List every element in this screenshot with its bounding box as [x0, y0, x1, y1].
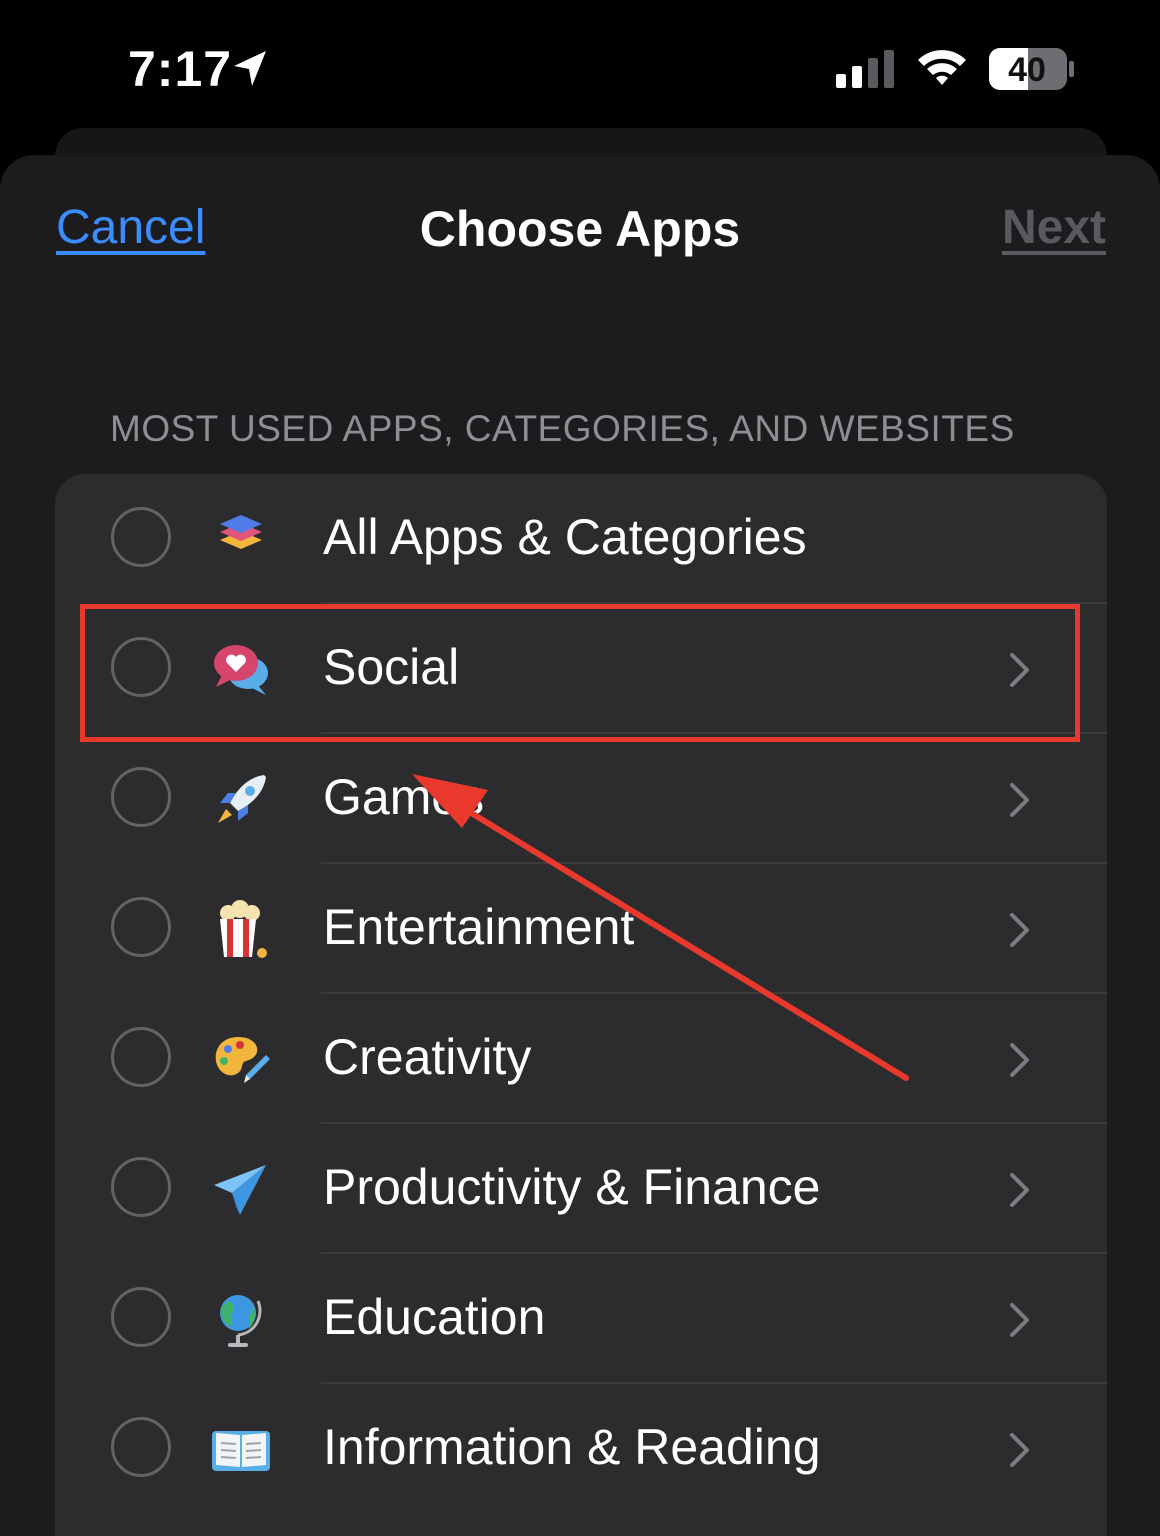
list-item-label: Games: [323, 769, 485, 825]
status-time: 7:17: [128, 41, 233, 97]
wifi-icon: [918, 50, 966, 85]
stack-icon: [220, 515, 262, 549]
page-title: Choose Apps: [419, 201, 741, 257]
list-item-label: Education: [323, 1289, 546, 1345]
list-item-productivity-finance[interactable]: Productivity & Finance: [55, 1124, 1107, 1254]
radio-button[interactable]: [111, 1287, 171, 1347]
list-item-games[interactable]: Games: [55, 734, 1107, 864]
list-item-information-reading[interactable]: Information & Reading: [55, 1384, 1107, 1514]
chevron-right-icon: [1010, 1303, 1029, 1337]
list-item-label: Social: [323, 639, 460, 695]
list-item-education[interactable]: Education: [55, 1254, 1107, 1384]
radio-button[interactable]: [111, 1157, 171, 1217]
chevron-right-icon: [1010, 1433, 1029, 1467]
list-item-social[interactable]: Social: [55, 604, 1107, 734]
radio-button[interactable]: [111, 897, 171, 957]
rocket-icon: [218, 775, 266, 823]
paper-plane-icon: [214, 1165, 266, 1215]
radio-button[interactable]: [111, 767, 171, 827]
chevron-right-icon: [1010, 913, 1029, 947]
list-item-entertainment[interactable]: Entertainment: [55, 864, 1107, 994]
chevron-right-icon: [1010, 653, 1029, 687]
radio-button[interactable]: [111, 1417, 171, 1477]
chevron-right-icon: [1010, 1043, 1029, 1077]
list-item-label: Information & Reading: [323, 1419, 821, 1475]
list-item-label: All Apps & Categories: [323, 509, 807, 565]
next-button[interactable]: Next: [1002, 200, 1106, 255]
speech-bubbles-icon: [214, 645, 268, 695]
radio-button[interactable]: [111, 637, 171, 697]
section-header: MOST USED APPS, CATEGORIES, AND WEBSITES: [110, 408, 1015, 449]
chevron-right-icon: [1010, 783, 1029, 817]
list-item-label: Creativity: [323, 1029, 532, 1085]
radio-button[interactable]: [111, 1027, 171, 1087]
chevron-right-icon: [1010, 1173, 1029, 1207]
list-item-creativity[interactable]: Creativity: [55, 994, 1107, 1124]
list-item-all-apps[interactable]: All Apps & Categories: [55, 474, 1107, 604]
popcorn-icon: [220, 900, 267, 958]
list-item-label: Productivity & Finance: [323, 1159, 821, 1215]
radio-button[interactable]: [111, 507, 171, 567]
cellular-signal-icon: [836, 50, 894, 88]
category-list: All Apps & Categories Social Games Enter…: [55, 474, 1107, 1536]
location-arrow-icon: [234, 51, 266, 86]
book-icon: [212, 1431, 270, 1471]
battery-level: 40: [1008, 51, 1046, 89]
globe-icon: [220, 1295, 262, 1347]
screen: 7:17 40 Cancel Choose Apps Next MOST USE…: [0, 0, 1160, 1536]
status-bar: 7:17 40: [0, 0, 1160, 130]
list-item-label: Entertainment: [323, 899, 635, 955]
palette-icon: [215, 1037, 270, 1083]
